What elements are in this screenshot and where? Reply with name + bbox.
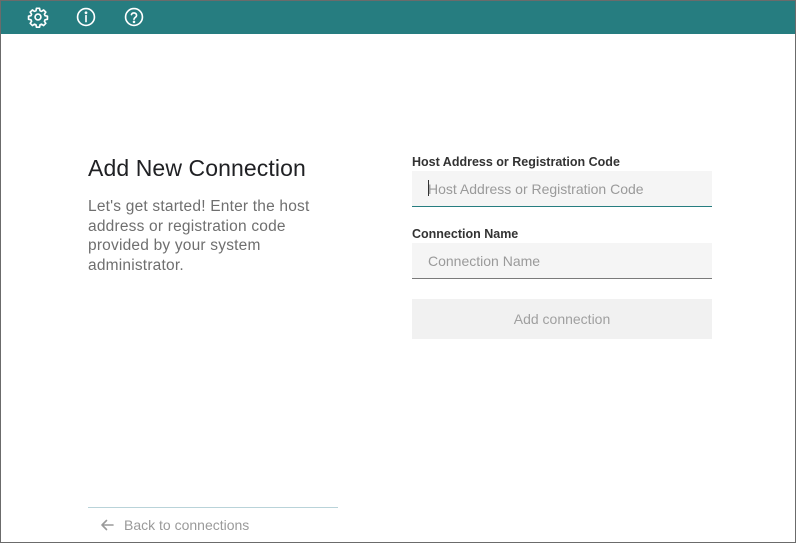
top-toolbar <box>1 1 795 34</box>
connection-name-input[interactable] <box>412 243 712 279</box>
divider <box>88 507 338 508</box>
back-link-label: Back to connections <box>124 517 250 533</box>
back-to-connections-link[interactable]: Back to connections <box>100 517 249 533</box>
arrow-left-icon <box>101 519 114 531</box>
page-description: Let's get started! Enter the host addres… <box>88 198 310 274</box>
host-address-input[interactable] <box>412 171 712 207</box>
add-connection-button[interactable]: Add connection <box>412 299 712 339</box>
gear-icon[interactable] <box>26 5 50 29</box>
connection-name-label: Connection Name <box>412 227 519 241</box>
help-icon[interactable] <box>122 5 146 29</box>
page-title: Add New Connection <box>88 155 306 181</box>
text-caret <box>428 180 429 196</box>
host-field-label: Host Address or Registration Code <box>412 155 620 169</box>
info-icon[interactable] <box>74 5 98 29</box>
app-window: Add New Connection Let's get started! En… <box>0 0 796 543</box>
